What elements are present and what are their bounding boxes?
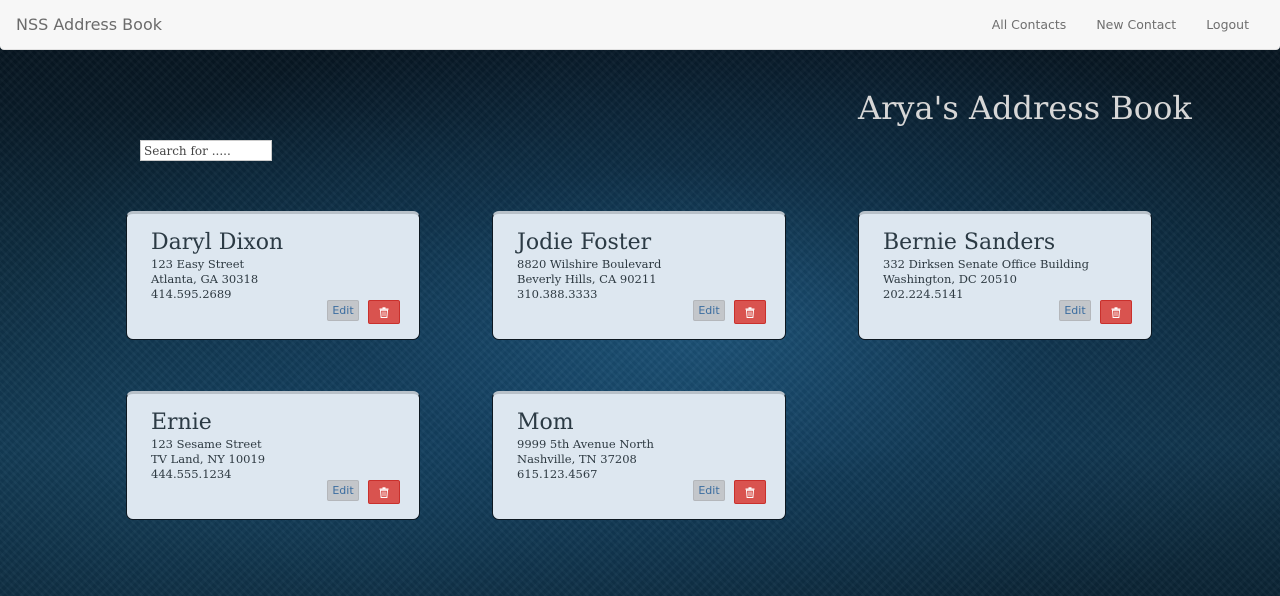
edit-button[interactable]: Edit <box>693 300 725 321</box>
contact-city: Atlanta, GA 30318 <box>151 272 259 286</box>
trash-icon <box>745 486 755 498</box>
contact-name: Bernie Sanders <box>883 230 1056 255</box>
trash-icon <box>379 486 389 498</box>
contact-street: 8820 Wilshire Boulevard <box>517 257 662 271</box>
delete-button[interactable] <box>368 300 400 324</box>
contact-city: TV Land, NY 10019 <box>151 452 266 466</box>
contact-name: Daryl Dixon <box>151 230 284 255</box>
contact-street: 123 Easy Street <box>151 257 245 271</box>
delete-button[interactable] <box>734 300 766 324</box>
page-title: Arya's Address Book <box>858 89 1192 127</box>
search-input[interactable] <box>140 140 272 161</box>
contact-city: Beverly Hills, CA 90211 <box>517 272 657 286</box>
contact-name: Ernie <box>151 410 212 435</box>
contact-card: Jodie Foster 8820 Wilshire Boulevard Bev… <box>492 211 786 340</box>
delete-button[interactable] <box>734 480 766 504</box>
nav-new-contact[interactable]: New Contact <box>1096 17 1176 32</box>
contact-card: Bernie Sanders 332 Dirksen Senate Office… <box>858 211 1152 340</box>
nav-all-contacts[interactable]: All Contacts <box>992 17 1067 32</box>
trash-icon <box>379 306 389 318</box>
nav-links: All Contacts New Contact Logout <box>992 17 1249 32</box>
contact-card: Daryl Dixon 123 Easy Street Atlanta, GA … <box>126 211 420 340</box>
trash-icon <box>1111 306 1121 318</box>
contact-street: 9999 5th Avenue North <box>517 437 654 451</box>
contact-street: 123 Sesame Street <box>151 437 262 451</box>
delete-button[interactable] <box>1100 300 1132 324</box>
edit-button[interactable]: Edit <box>1059 300 1091 321</box>
contact-city: Nashville, TN 37208 <box>517 452 637 466</box>
contact-street: 332 Dirksen Senate Office Building <box>883 257 1089 271</box>
edit-button[interactable]: Edit <box>327 300 359 321</box>
contact-card: Ernie 123 Sesame Street TV Land, NY 1001… <box>126 391 420 520</box>
contact-name: Mom <box>517 410 574 435</box>
edit-button[interactable]: Edit <box>327 480 359 501</box>
contact-city: Washington, DC 20510 <box>883 272 1017 286</box>
delete-button[interactable] <box>368 480 400 504</box>
top-navbar: NSS Address Book All Contacts New Contac… <box>0 0 1280 50</box>
brand-link[interactable]: NSS Address Book <box>16 15 162 34</box>
contact-card: Mom 9999 5th Avenue North Nashville, TN … <box>492 391 786 520</box>
contact-name: Jodie Foster <box>517 230 652 255</box>
edit-button[interactable]: Edit <box>693 480 725 501</box>
nav-logout[interactable]: Logout <box>1206 17 1249 32</box>
trash-icon <box>745 306 755 318</box>
